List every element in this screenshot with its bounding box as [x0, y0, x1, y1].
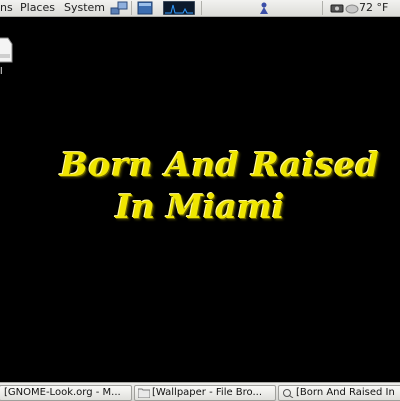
top-panel: ns Places System 72 °F	[0, 0, 400, 17]
taskbar-item[interactable]: [GNOME-Look.org - M...	[0, 385, 132, 401]
weather-temperature[interactable]: 72 °F	[359, 1, 388, 15]
drive-icon[interactable]	[0, 34, 14, 68]
image-viewer-icon	[282, 388, 294, 400]
folder-icon	[137, 388, 151, 400]
taskbar-item[interactable]: [Wallpaper - File Bro...	[134, 385, 276, 401]
panel-separator	[322, 1, 323, 15]
places-menu[interactable]: Places	[20, 1, 55, 15]
applications-menu[interactable]: ns	[0, 1, 13, 15]
panel-separator	[201, 1, 202, 15]
panel-separator	[131, 1, 132, 15]
desktop[interactable]: l Born And Raised In Miami	[0, 17, 400, 382]
taskbar-item-label: [Born And Raised In	[296, 387, 395, 398]
bottom-panel: [GNOME-Look.org - M... [Wallpaper - File…	[0, 382, 400, 401]
network-icon[interactable]	[110, 1, 128, 18]
system-monitor-icon[interactable]	[162, 0, 196, 18]
taskbar-item-label: [Wallpaper - File Bro...	[152, 387, 263, 398]
taskbar-item-label: [GNOME-Look.org - M...	[4, 387, 121, 398]
wallpaper-text-line2: In Miami	[115, 187, 285, 226]
taskbar-item[interactable]: [Born And Raised In	[278, 385, 400, 401]
system-menu[interactable]: System	[64, 1, 105, 15]
help-icon[interactable]	[257, 1, 271, 18]
wallpaper-text-line1: Born And Raised	[60, 145, 380, 184]
weather-cloud-icon[interactable]	[345, 1, 359, 18]
show-desktop-icon[interactable]	[137, 1, 153, 18]
volume-icon[interactable]	[330, 1, 346, 18]
desktop-icon-label: l	[0, 67, 3, 77]
